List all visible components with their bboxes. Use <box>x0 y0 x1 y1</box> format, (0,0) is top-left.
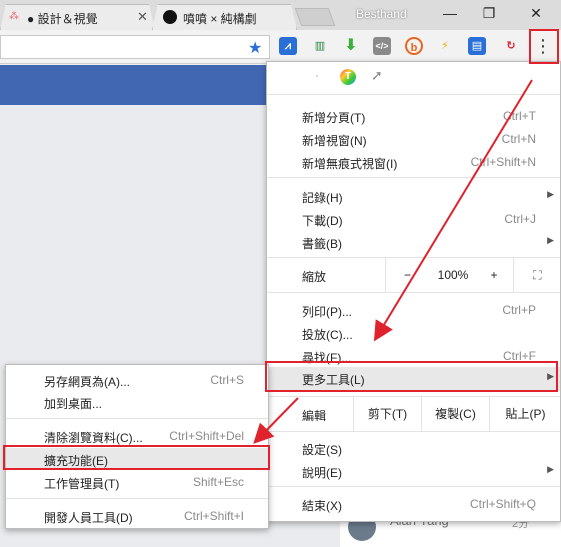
arrow-to-more-tools <box>373 79 533 342</box>
arrow-to-extensions <box>253 397 299 444</box>
annotation-arrows <box>253 79 533 444</box>
